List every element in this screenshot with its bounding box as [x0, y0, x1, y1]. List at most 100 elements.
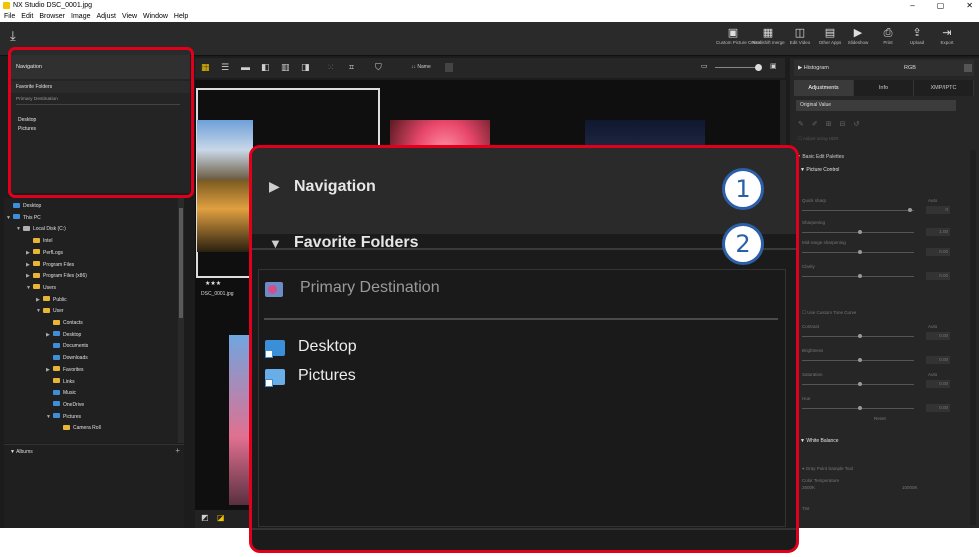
- rating-stars[interactable]: ★★★: [205, 280, 221, 287]
- adjust-value-field[interactable]: 0.00: [926, 356, 950, 364]
- filmstrip-view-icon[interactable]: ◧: [261, 62, 270, 73]
- picture-control-header[interactable]: ▼ Picture Control: [800, 167, 839, 173]
- adjust-value-field[interactable]: 0.00: [926, 404, 950, 412]
- expand-arrow-icon[interactable]: ▼: [46, 412, 53, 422]
- full-screen-icon[interactable]: ⌗: [349, 62, 354, 73]
- adjust-slider-knob[interactable]: [858, 250, 862, 254]
- histogram-header[interactable]: ▶ Histogram RGB: [794, 60, 974, 76]
- expand-arrow-icon[interactable]: ▶: [26, 271, 33, 281]
- expand-arrow-icon[interactable]: ▼: [16, 224, 23, 234]
- slideshow-button[interactable]: ▶ Slideshow: [841, 26, 875, 45]
- menu-file[interactable]: File: [4, 11, 15, 22]
- tree-item[interactable]: Downloads: [46, 353, 88, 363]
- menu-window[interactable]: Window: [143, 11, 168, 22]
- adjust-value-field[interactable]: 0.00: [926, 272, 950, 280]
- add-album-button[interactable]: +: [175, 446, 180, 455]
- tree-item[interactable]: ▼ This PC: [6, 213, 41, 223]
- adjust-value-field[interactable]: 1.00: [926, 228, 950, 236]
- tree-item[interactable]: ▶ Desktop: [46, 330, 81, 340]
- menu-view[interactable]: View: [122, 11, 137, 22]
- export-button[interactable]: ⇥ Export: [930, 26, 964, 45]
- expand-arrow-icon[interactable]: ▶: [46, 365, 53, 375]
- adjust-slider[interactable]: [802, 210, 914, 211]
- auto-checkbox[interactable]: Auto: [928, 324, 937, 329]
- tree-item[interactable]: OneDrive: [46, 400, 84, 410]
- minimize-button[interactable]: –: [910, 0, 914, 11]
- tree-item[interactable]: ▶ Program Files (x86): [26, 271, 87, 281]
- adjust-slider-knob[interactable]: [858, 230, 862, 234]
- albums-header[interactable]: ▼ Albums: [10, 449, 33, 455]
- zoom-out-icon[interactable]: ▭: [701, 62, 708, 70]
- menu-adjust[interactable]: Adjust: [97, 11, 116, 22]
- maximize-button[interactable]: ▢: [937, 0, 945, 11]
- tab-xmp-iptc[interactable]: XMP/IPTC: [914, 80, 974, 96]
- gray-point-tool[interactable]: ⌖ Gray Point Sample Tool: [802, 466, 853, 471]
- thumbnail-size-slider[interactable]: [715, 67, 760, 68]
- tree-scrollbar[interactable]: [178, 198, 184, 443]
- rotate-icon[interactable]: ◩: [201, 513, 209, 522]
- expand-arrow-icon[interactable]: ▶: [26, 260, 33, 270]
- auto-checkbox[interactable]: Auto: [928, 372, 937, 377]
- tree-item[interactable]: ▶ Favorites: [46, 365, 84, 375]
- tree-item[interactable]: ▼ Users: [26, 283, 56, 293]
- upload-button[interactable]: ⇪ Upload: [900, 26, 934, 45]
- adjust-value-field[interactable]: 0: [926, 206, 950, 214]
- tab-info[interactable]: Info: [854, 80, 914, 96]
- thumbnail-image[interactable]: [197, 120, 253, 180]
- label-icon[interactable]: ◪: [217, 513, 225, 522]
- tree-item[interactable]: Contacts: [46, 318, 83, 328]
- sort-dropdown[interactable]: [445, 63, 453, 72]
- list-view-icon[interactable]: ☰: [221, 62, 229, 73]
- tab-adjustments[interactable]: Adjustments: [794, 80, 854, 96]
- preset-select[interactable]: Original Value: [796, 100, 956, 111]
- import-icon[interactable]: ⤓: [10, 28, 16, 44]
- expand-arrow-icon[interactable]: ▼: [36, 306, 43, 316]
- tree-item[interactable]: Music: [46, 388, 76, 398]
- histogram-mode-dropdown[interactable]: [964, 64, 972, 72]
- filter-icon[interactable]: ⛉: [375, 62, 382, 73]
- tree-item[interactable]: ▶ Public: [36, 295, 67, 305]
- callout-navigation-header[interactable]: ▶ Navigation: [252, 148, 796, 234]
- histogram-mode[interactable]: RGB: [904, 60, 916, 76]
- reset-button[interactable]: Reset: [874, 416, 886, 421]
- close-button[interactable]: ✕: [966, 0, 973, 11]
- adjust-slider-knob[interactable]: [858, 382, 862, 386]
- expand-arrow-icon[interactable]: ▶: [36, 295, 43, 305]
- adjust-slider-knob[interactable]: [908, 208, 913, 212]
- callout-favorite-pictures[interactable]: Pictures: [298, 367, 356, 385]
- tree-item[interactable]: Desktop: [6, 201, 41, 211]
- custom-tone-checkbox[interactable]: ☐ Use Custom Tone Curve: [802, 310, 856, 316]
- zoom-in-icon[interactable]: ▣: [770, 62, 777, 70]
- expand-arrow-icon[interactable]: ▼: [6, 213, 13, 223]
- tree-item[interactable]: ▼ Pictures: [46, 412, 81, 422]
- custom-picture-control-button[interactable]: ▣ Custom Picture Control: [716, 26, 763, 45]
- pixel-shift-merge-button[interactable]: ▦ Pixel shift merge: [751, 26, 785, 45]
- adjust-value-field[interactable]: 0.00: [926, 332, 950, 340]
- menu-browser[interactable]: Browser: [39, 11, 65, 22]
- thumbnail-image[interactable]: [197, 180, 253, 252]
- edit-video-button[interactable]: ◫ Edit Video: [783, 26, 817, 45]
- thumbnail-grid-icon[interactable]: ▦: [201, 62, 210, 73]
- compare-view-icon[interactable]: ▥: [281, 62, 290, 73]
- callout-primary-destination[interactable]: Primary Destination: [300, 279, 440, 297]
- single-view-icon[interactable]: ▬: [241, 62, 250, 72]
- expand-arrow-icon[interactable]: ▶: [46, 330, 53, 340]
- tree-item[interactable]: ▼ Local Disk (C:): [16, 224, 66, 234]
- thumbnail-size-knob[interactable]: [755, 64, 762, 71]
- tree-item[interactable]: ▶ Program Files: [26, 260, 74, 270]
- map-view-icon[interactable]: ⁙: [327, 62, 335, 73]
- adjust-slider-knob[interactable]: [858, 274, 862, 278]
- tree-item[interactable]: Links: [46, 377, 75, 387]
- tree-item[interactable]: Intel: [26, 236, 52, 246]
- compare-two-icon[interactable]: ◨: [301, 62, 310, 73]
- adjust-value-field[interactable]: 0.00: [926, 248, 950, 256]
- tree-item[interactable]: ▼ User: [36, 306, 64, 316]
- callout-favorite-desktop[interactable]: Desktop: [298, 338, 357, 356]
- expand-arrow-icon[interactable]: ▼: [26, 283, 33, 293]
- menu-image[interactable]: Image: [71, 11, 90, 22]
- adjust-value-field[interactable]: 0.00: [926, 380, 950, 388]
- adjust-slider-knob[interactable]: [858, 406, 862, 410]
- basic-edit-palettes-header[interactable]: ▼ Basic Edit Palettes: [796, 154, 844, 160]
- tree-item[interactable]: Camera Roll: [56, 423, 101, 433]
- auto-checkbox[interactable]: Auto: [928, 198, 937, 203]
